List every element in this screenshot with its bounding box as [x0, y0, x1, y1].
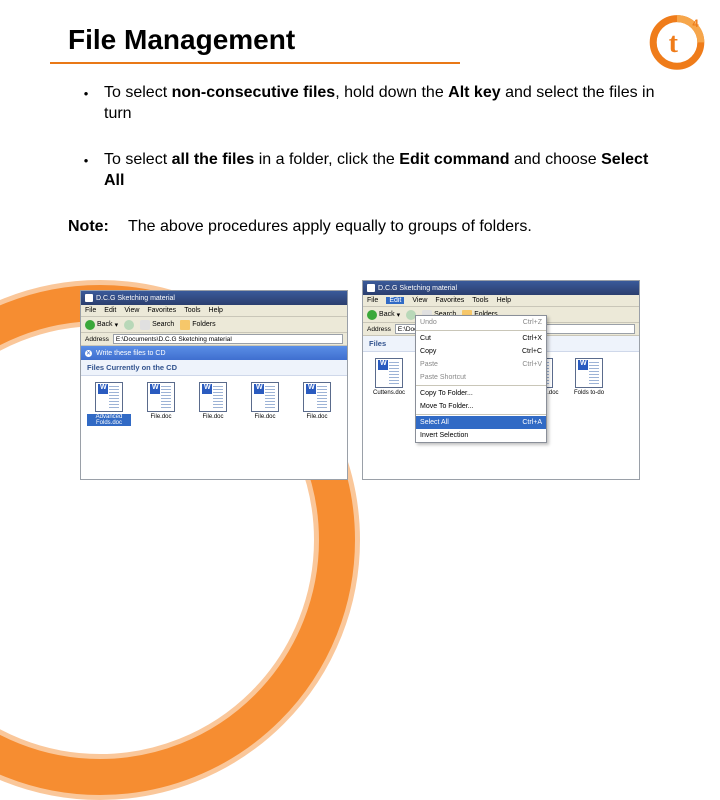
menu-paste: PasteCtrl+V — [416, 358, 546, 371]
bullet-item: • To select non-consecutive files, hold … — [68, 82, 660, 125]
folders-button[interactable]: Folders — [180, 320, 215, 330]
forward-button[interactable] — [124, 320, 134, 330]
toolbar: Back ▾ Search Folders — [81, 317, 347, 333]
menu-file[interactable]: File — [367, 297, 378, 304]
menu-paste-shortcut: Paste Shortcut — [416, 371, 546, 384]
file-item[interactable]: WFolds to-do — [567, 358, 611, 473]
menu-tools[interactable]: Tools — [184, 307, 200, 314]
back-button[interactable]: Back ▾ — [367, 310, 400, 320]
bullet-text: To select all the files in a folder, cli… — [104, 149, 660, 192]
menu-edit[interactable]: Edit — [386, 297, 404, 304]
menu-bar: File Edit View Favorites Tools Help — [81, 305, 347, 317]
file-item[interactable]: WFile.doc — [191, 382, 235, 473]
task-text[interactable]: Write these files to CD — [96, 350, 166, 357]
file-item[interactable]: WFile.doc — [243, 382, 287, 473]
title-rule — [50, 62, 460, 64]
folder-icon — [180, 320, 190, 330]
cd-icon: ✕ — [85, 350, 92, 357]
window-titlebar: D.C.G Sketching material — [81, 291, 347, 305]
back-icon — [85, 320, 95, 330]
address-field[interactable]: E:\Documents\D.C.G Sketching material — [113, 334, 343, 344]
address-label: Address — [85, 336, 109, 343]
app-icon — [367, 284, 375, 292]
address-bar: Address E:\Documents\D.C.G Sketching mat… — [81, 333, 347, 346]
search-button[interactable]: Search — [140, 320, 174, 330]
menu-help[interactable]: Help — [497, 297, 511, 304]
menu-invert-selection[interactable]: Invert Selection — [416, 429, 546, 442]
screenshot-explorer-1: D.C.G Sketching material File Edit View … — [80, 290, 348, 480]
bullet-text: To select non-consecutive files, hold do… — [104, 82, 660, 125]
menu-view[interactable]: View — [412, 297, 427, 304]
screenshot-explorer-2: D.C.G Sketching material File Edit View … — [362, 280, 640, 480]
menu-cut[interactable]: CutCtrl+X — [416, 332, 546, 345]
menu-undo: UndoCtrl+Z — [416, 316, 546, 329]
body-content: • To select non-consecutive files, hold … — [68, 82, 660, 238]
svg-text:t: t — [669, 28, 679, 59]
files-heading: Files Currently on the CD — [81, 360, 347, 376]
menu-edit[interactable]: Edit — [104, 307, 116, 314]
menu-tools[interactable]: Tools — [472, 297, 488, 304]
bullet-marker: • — [68, 82, 104, 125]
window-title: D.C.G Sketching material — [378, 285, 457, 292]
menu-favorites[interactable]: Favorites — [147, 307, 176, 314]
chevron-down-icon: ▾ — [397, 311, 401, 319]
note-label: Note: — [68, 216, 128, 238]
svg-text:4: 4 — [692, 18, 699, 30]
address-label: Address — [367, 326, 391, 333]
menu-bar: File Edit View Favorites Tools Help — [363, 295, 639, 307]
file-item[interactable]: WFile.doc — [295, 382, 339, 473]
menu-select-all[interactable]: Select AllCtrl+A — [416, 416, 546, 429]
chevron-down-icon: ▾ — [115, 321, 119, 329]
bullet-marker: • — [68, 149, 104, 192]
bullet-item: • To select all the files in a folder, c… — [68, 149, 660, 192]
menu-favorites[interactable]: Favorites — [435, 297, 464, 304]
window-title: D.C.G Sketching material — [96, 295, 175, 302]
edit-dropdown-menu: UndoCtrl+Z CutCtrl+X CopyCtrl+C PasteCtr… — [415, 315, 547, 443]
note-row: Note: The above procedures apply equally… — [68, 216, 660, 238]
menu-copy-to-folder[interactable]: Copy To Folder... — [416, 387, 546, 400]
file-item[interactable]: WAdvanced Folds.doc — [87, 382, 131, 473]
brand-logo: t 4 — [642, 6, 712, 76]
back-icon — [367, 310, 377, 320]
menu-view[interactable]: View — [124, 307, 139, 314]
forward-icon — [124, 320, 134, 330]
search-icon — [140, 320, 150, 330]
file-item[interactable]: WFile.doc — [139, 382, 183, 473]
note-text: The above procedures apply equally to gr… — [128, 216, 532, 238]
menu-help[interactable]: Help — [209, 307, 223, 314]
app-icon — [85, 294, 93, 302]
page-title: File Management — [0, 0, 720, 62]
file-item[interactable]: WCuttens.doc — [367, 358, 411, 473]
menu-copy[interactable]: CopyCtrl+C — [416, 345, 546, 358]
task-bar: ✕ Write these files to CD — [81, 346, 347, 360]
back-button[interactable]: Back ▾ — [85, 320, 118, 330]
menu-move-to-folder[interactable]: Move To Folder... — [416, 400, 546, 413]
files-area: WAdvanced Folds.doc WFile.doc WFile.doc … — [81, 376, 347, 479]
menu-file[interactable]: File — [85, 307, 96, 314]
window-titlebar: D.C.G Sketching material — [363, 281, 639, 295]
